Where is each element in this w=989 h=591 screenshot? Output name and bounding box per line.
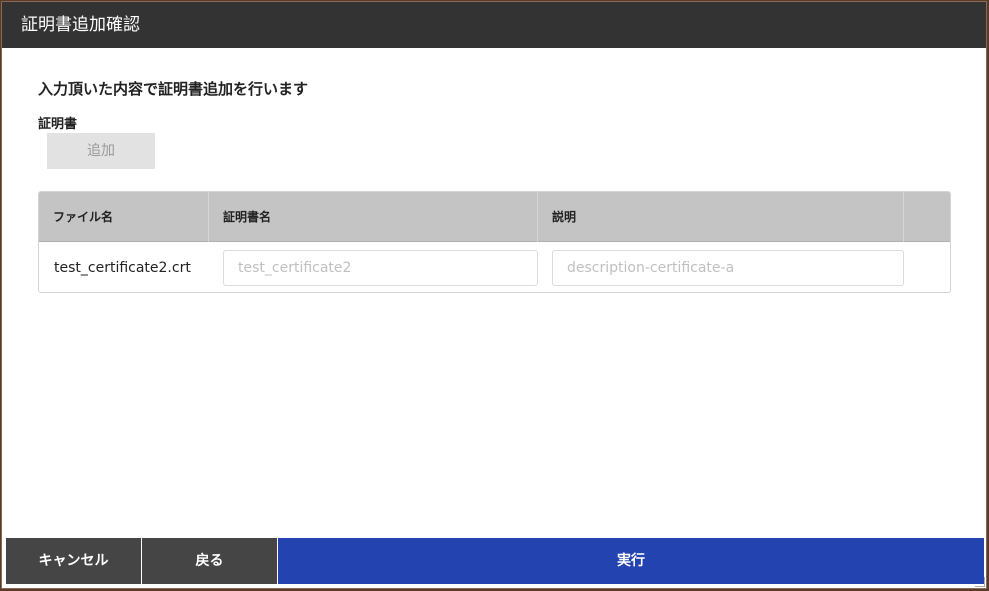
add-button[interactable]: 追加 <box>47 133 155 169</box>
description-input[interactable] <box>552 250 904 286</box>
run-button[interactable]: 実行 <box>278 538 984 584</box>
certificate-label: 証明書 <box>38 117 78 132</box>
cancel-button[interactable]: キャンセル <box>6 538 141 584</box>
confirm-heading: 入力頂いた内容で証明書追加を行います <box>38 80 309 98</box>
file-name-cell: test_certificate2.crt <box>54 260 191 276</box>
column-header-description: 説明 <box>538 192 904 242</box>
certificate-add-confirm-dialog: 証明書追加確認 入力頂いた内容で証明書追加を行います 証明書 追加 ファイル名 … <box>1 1 987 589</box>
back-button[interactable]: 戻る <box>142 538 277 584</box>
column-header-actions <box>904 192 950 242</box>
dialog-title: 証明書追加確認 <box>2 2 986 48</box>
dialog-footer: キャンセル 戻る 実行 <box>6 538 984 584</box>
resize-grip-icon[interactable] <box>975 577 985 587</box>
certificate-table: ファイル名 証明書名 説明 test_certificate2.crt <box>38 191 951 293</box>
table-header: ファイル名 証明書名 説明 <box>39 192 950 242</box>
column-header-file-name: ファイル名 <box>39 192 209 242</box>
cert-name-input[interactable] <box>223 250 538 286</box>
table-row: test_certificate2.crt <box>39 243 950 292</box>
column-header-cert-name: 証明書名 <box>209 192 538 242</box>
